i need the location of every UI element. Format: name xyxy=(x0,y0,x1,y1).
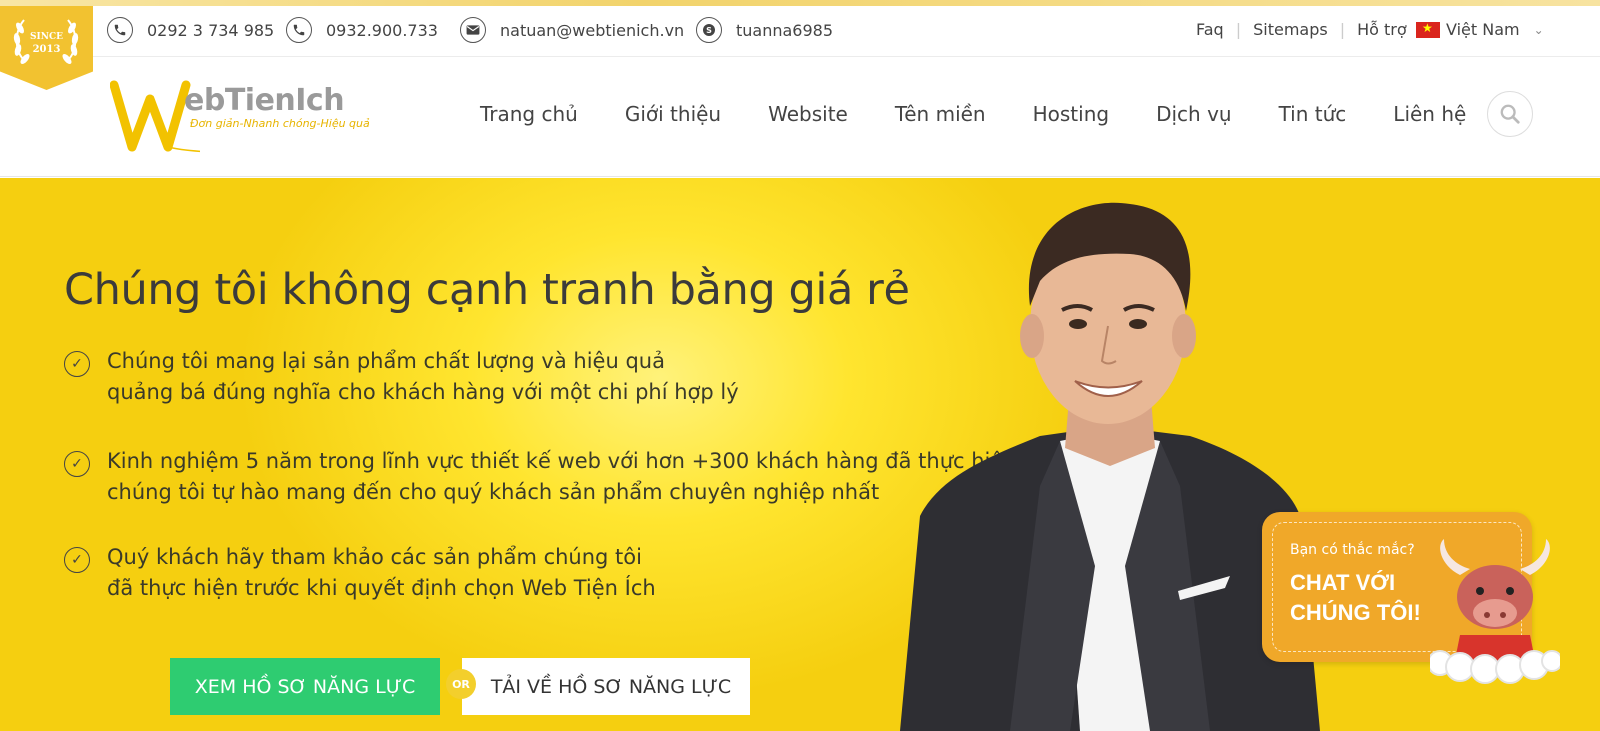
phone-icon xyxy=(107,17,133,43)
nav-contact[interactable]: Liên hệ xyxy=(1393,102,1466,126)
download-profile-button[interactable]: TẢI VỀ HỒ SƠ NĂNG LỰC xyxy=(462,658,750,715)
check-icon: ✓ xyxy=(64,351,90,377)
search-button[interactable] xyxy=(1487,91,1533,137)
language-label: Việt Nam xyxy=(1446,20,1520,39)
top-links: Faq | Sitemaps | Hỗ trợ xyxy=(1196,20,1407,39)
nav-hosting[interactable]: Hosting xyxy=(1033,102,1109,126)
or-separator: OR xyxy=(446,669,476,699)
faq-link[interactable]: Faq xyxy=(1196,20,1224,39)
main-nav: Trang chủ Giới thiệu Website Tên miền Ho… xyxy=(480,102,1513,126)
support-link[interactable]: Hỗ trợ xyxy=(1357,20,1407,39)
phone-number-1: 0292 3 734 985 xyxy=(147,20,275,40)
nav-domain[interactable]: Tên miền xyxy=(895,102,986,126)
nav-services[interactable]: Dịch vụ xyxy=(1156,102,1232,126)
check-icon: ✓ xyxy=(64,547,90,573)
mail-icon xyxy=(460,17,486,43)
top-bar: 0292 3 734 985 0932.900.733 natuan@webti… xyxy=(0,0,1600,57)
logo-text: ebTienIch xyxy=(184,83,345,118)
nav-website[interactable]: Website xyxy=(768,102,848,126)
phone-icon xyxy=(286,17,312,43)
logo-slogan: Đơn giản-Nhanh chóng-Hiệu quả xyxy=(190,117,370,130)
badge-year: 2013 xyxy=(32,44,61,55)
site-logo[interactable]: ebTienIch Đơn giản-Nhanh chóng-Hiệu quả xyxy=(110,77,370,157)
email-contact[interactable]: natuan@webtienich.vn xyxy=(460,16,684,44)
main-header: ebTienIch Đơn giản-Nhanh chóng-Hiệu quả … xyxy=(0,57,1600,177)
feature-1-line-1: Chúng tôi mang lại sản phẩm chất lượng v… xyxy=(107,349,665,373)
skype-contact[interactable]: S tuanna6985 xyxy=(696,16,833,44)
badge-since: SINCE xyxy=(30,32,63,42)
view-profile-button[interactable]: XEM HỒ SƠ NĂNG LỰC xyxy=(170,658,440,715)
nav-home[interactable]: Trang chủ xyxy=(480,102,578,126)
language-selector[interactable]: Việt Nam ⌄ xyxy=(1416,20,1544,39)
svg-text:S: S xyxy=(706,26,712,35)
search-icon xyxy=(1500,104,1520,124)
link-separator: | xyxy=(1235,20,1242,39)
email-address: natuan@webtienich.vn xyxy=(500,20,685,40)
phone-contact-2[interactable]: 0932.900.733 xyxy=(286,16,438,44)
vietnam-flag-icon xyxy=(1416,21,1440,38)
nav-news[interactable]: Tin tức xyxy=(1279,102,1347,126)
skype-id: tuanna6985 xyxy=(736,20,834,40)
feature-1-line-2: quảng bá đúng nghĩa cho khách hàng với m… xyxy=(107,380,739,404)
phone-number-2: 0932.900.733 xyxy=(326,20,438,40)
feature-3-line-2: đã thực hiện trước khi quyết định chọn W… xyxy=(107,576,656,600)
chevron-down-icon: ⌄ xyxy=(1533,22,1544,37)
link-separator: | xyxy=(1339,20,1346,39)
nav-about[interactable]: Giới thiệu xyxy=(625,102,721,126)
chat-question: Bạn có thắc mắc? xyxy=(1290,542,1415,558)
top-stripe xyxy=(0,0,1600,6)
feature-3-line-1: Quý khách hãy tham khảo các sản phẩm chú… xyxy=(107,545,642,569)
hero-title: Chúng tôi không cạnh tranh bằng giá rẻ xyxy=(64,265,910,315)
chat-cta-line-2: CHÚNG TÔI! xyxy=(1290,600,1421,625)
buffalo-mascot-icon xyxy=(1430,539,1560,684)
skype-icon: S xyxy=(696,17,722,43)
check-icon: ✓ xyxy=(64,451,90,477)
phone-contact-1[interactable]: 0292 3 734 985 xyxy=(107,16,274,44)
chat-cta-line-1: CHAT VỚI xyxy=(1290,570,1396,595)
chat-cta: CHAT VỚI CHÚNG TÔI! xyxy=(1290,568,1421,628)
sitemaps-link[interactable]: Sitemaps xyxy=(1253,20,1328,39)
